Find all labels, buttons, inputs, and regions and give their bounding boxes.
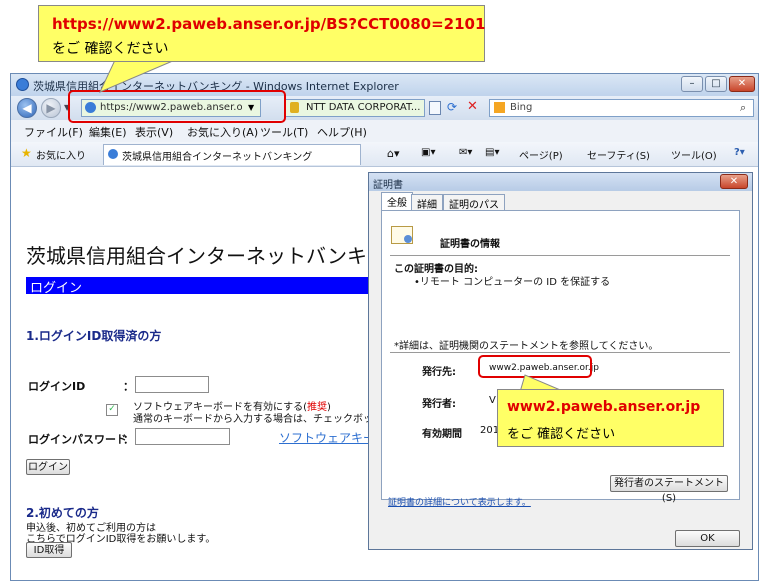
callout-pointers <box>98 59 566 393</box>
top-callout: https://www2.paweb.anser.or.jp/BS?CCT008… <box>38 5 485 62</box>
top-callout-note: をご 確認ください <box>52 41 169 57</box>
right-callout-note: をご 確認ください <box>507 427 616 442</box>
right-callout-url: www2.paweb.anser.or.jp <box>507 399 701 415</box>
top-callout-pointer <box>98 59 176 93</box>
top-callout-url: https://www2.paweb.anser.or.jp/BS?CCT008… <box>52 15 486 33</box>
right-callout: www2.paweb.anser.or.jp をご 確認ください <box>497 389 724 447</box>
